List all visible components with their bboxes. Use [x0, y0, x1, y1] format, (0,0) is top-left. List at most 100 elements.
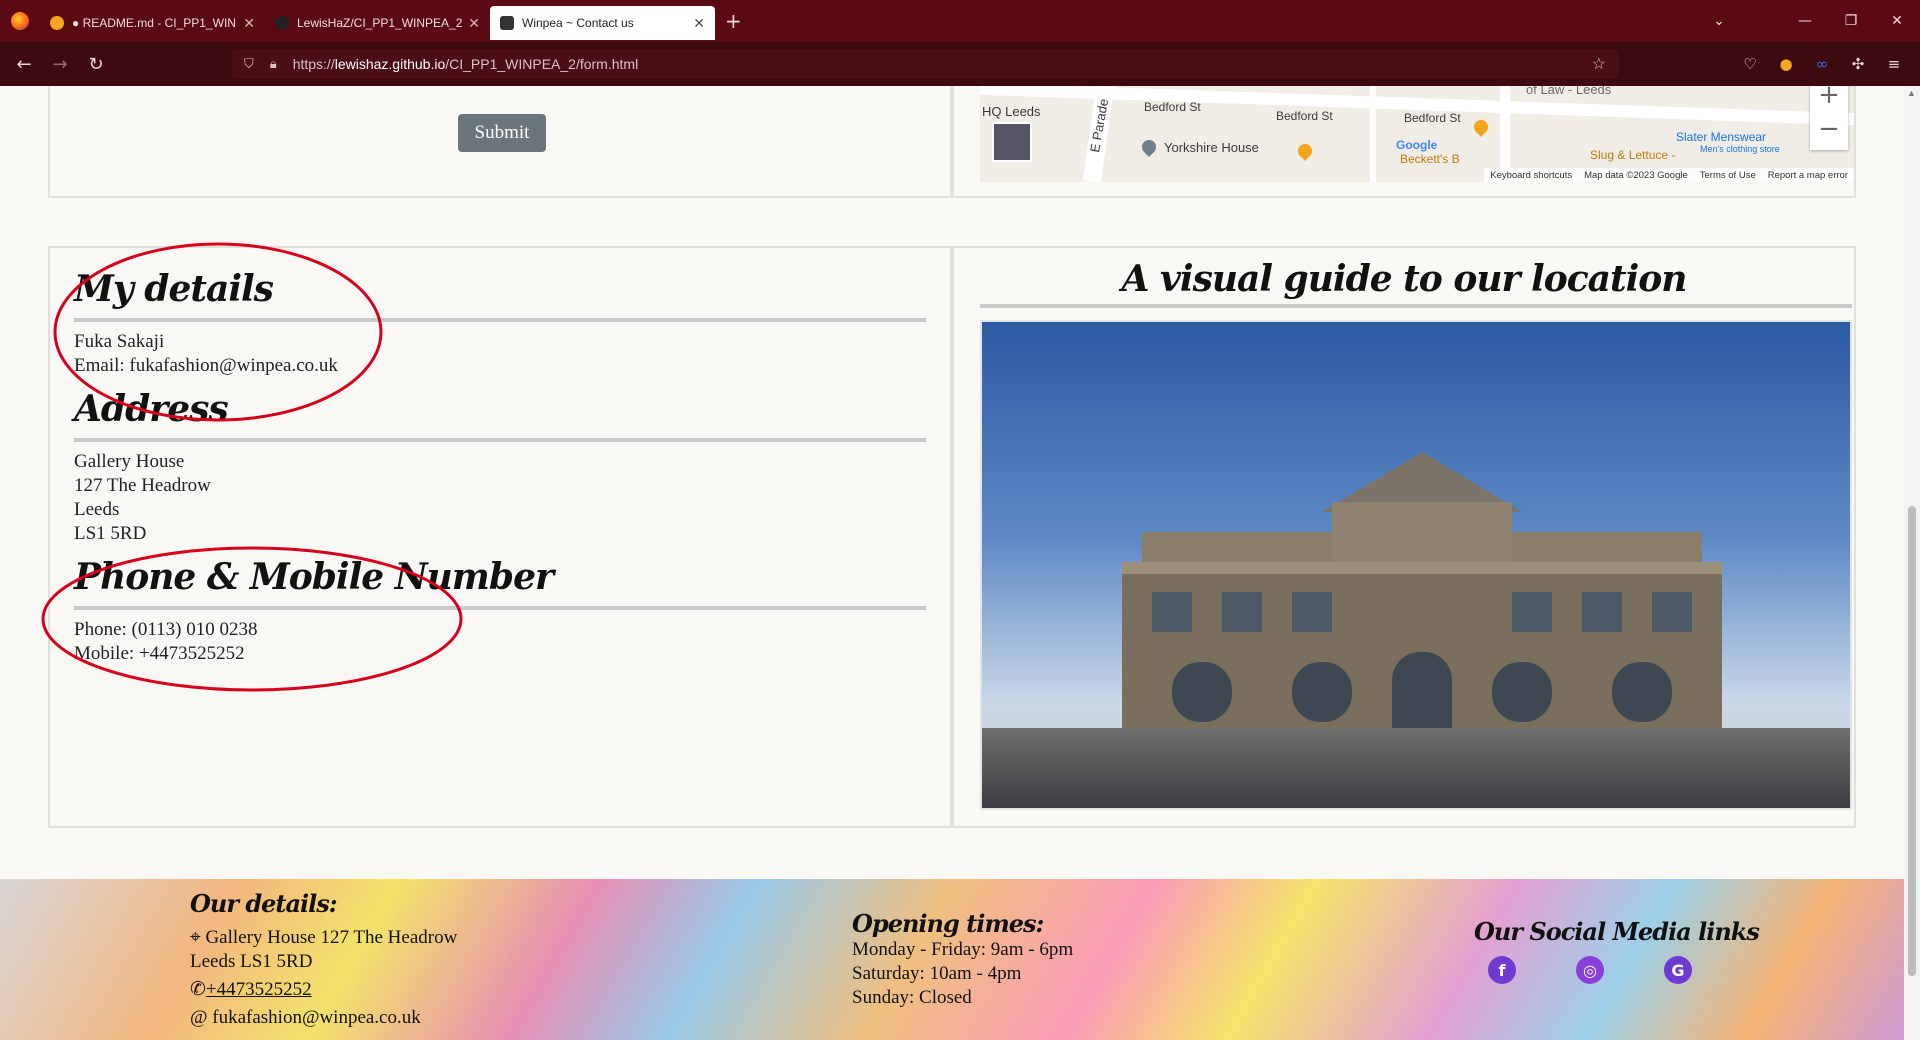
- map-label: Men's clothing store: [1700, 144, 1780, 154]
- tab-title: ● README.md - CI_PP1_WINPEA: [72, 16, 237, 30]
- scroll-thumb[interactable]: [1908, 506, 1916, 976]
- map-label: Bedford St: [1276, 109, 1333, 123]
- window-controls: ⌄ — ❐ ✕: [1696, 0, 1920, 42]
- phone-icon: ✆: [190, 979, 206, 1000]
- contact-form-card: Submit: [48, 86, 952, 198]
- keyboard-shortcuts-link[interactable]: Keyboard shortcuts: [1490, 170, 1572, 181]
- zoom-out-button[interactable]: −: [1810, 112, 1848, 146]
- map-label: Slater Menswear: [1676, 130, 1767, 144]
- phone-number: Phone: (0113) 010 0238: [74, 619, 258, 640]
- restaurant-pin-icon[interactable]: [1295, 141, 1315, 161]
- footer-email-text: fukafashion@winpea.co.uk: [212, 1007, 421, 1028]
- extensions-puzzle-icon[interactable]: ✣: [1840, 55, 1876, 73]
- page-scrollbar[interactable]: ▲: [1904, 86, 1920, 1040]
- close-tab-icon[interactable]: ✕: [693, 15, 705, 32]
- bookmark-star-icon[interactable]: ☆: [1592, 54, 1606, 74]
- instagram-icon[interactable]: ◎: [1576, 956, 1604, 984]
- facebook-icon[interactable]: f: [1488, 956, 1516, 984]
- lock-icon[interactable]: 🔒︎: [270, 56, 277, 72]
- map-road: [1370, 86, 1376, 182]
- footer-social: Our Social Media links f ◎ G: [1474, 917, 1760, 984]
- at-icon: @: [190, 1007, 208, 1028]
- nav-bar: ← → ↻ ⛉ 🔒︎ https://lewishaz.github.io/CI…: [0, 42, 1920, 86]
- map-label: Bedford St: [1404, 111, 1461, 125]
- road: [982, 728, 1850, 808]
- mobile-number: Mobile: +4473525252: [74, 643, 245, 664]
- tab-list-icon[interactable]: ⌄: [1696, 13, 1742, 29]
- close-tab-icon[interactable]: ✕: [468, 15, 480, 32]
- zoom-controls: + −: [1810, 86, 1848, 150]
- reload-icon[interactable]: ↻: [78, 54, 114, 75]
- map-label: Bedford St: [1144, 100, 1201, 114]
- restore-icon[interactable]: ❐: [1828, 13, 1874, 29]
- new-tab-icon[interactable]: +: [725, 9, 742, 33]
- map-label: of Law - Leeds: [1526, 86, 1612, 97]
- google-map[interactable]: of Law - Leeds HQ Leeds E Parade Bedford…: [980, 86, 1854, 182]
- visual-guide-card: A visual guide to our location: [952, 246, 1856, 828]
- grammarly-extension-icon[interactable]: ●: [1768, 55, 1804, 73]
- close-tab-icon[interactable]: ✕: [243, 15, 255, 32]
- tab-title: LewisHaZ/CI_PP1_WINPEA_2: P: [297, 16, 463, 30]
- url-path: /CI_PP1_WINPEA_2/form.html: [445, 56, 639, 72]
- map-card: of Law - Leeds HQ Leeds E Parade Bedford…: [952, 86, 1856, 198]
- winpea-icon: [500, 16, 514, 30]
- back-icon[interactable]: ←: [6, 54, 42, 75]
- scroll-up-icon[interactable]: ▲: [1907, 88, 1916, 98]
- minimize-icon[interactable]: —: [1782, 13, 1828, 29]
- footer-phone-link[interactable]: +4473525252: [206, 979, 312, 1000]
- address-line: LS1 5RD: [74, 523, 147, 544]
- social-links: f ◎ G: [1460, 956, 1759, 984]
- extension-icon[interactable]: ∞: [1804, 55, 1840, 73]
- github-icon: [275, 16, 289, 30]
- phone-heading: Phone & Mobile Number: [74, 556, 554, 598]
- social-heading: Our Social Media links: [1474, 917, 1760, 946]
- tab-title: Winpea ~ Contact us: [522, 16, 634, 30]
- footer-address-line2: Leeds LS1 5RD: [190, 951, 313, 972]
- address-line: 127 The Headrow: [74, 475, 211, 496]
- map-data-text: Map data ©2023 Google: [1584, 169, 1688, 181]
- shield-icon[interactable]: ⛉: [244, 56, 254, 72]
- map-label: Yorkshire House: [1164, 140, 1259, 155]
- map-label: HQ Leeds: [982, 104, 1041, 119]
- tab-bar: ● README.md - CI_PP1_WINPEA ✕ LewisHaZ/C…: [0, 0, 1920, 42]
- menu-icon[interactable]: ≡: [1876, 55, 1912, 73]
- footer-details-heading: Our details:: [190, 889, 338, 918]
- footer-opening: Opening times: Monday - Friday: 9am - 6p…: [852, 909, 1073, 1010]
- opening-heading: Opening times:: [852, 909, 1044, 938]
- map-pin-icon[interactable]: [1139, 137, 1159, 157]
- firefox-menu-icon[interactable]: [0, 0, 40, 42]
- heading-rule: [74, 606, 926, 610]
- google-icon[interactable]: G: [1664, 956, 1692, 984]
- contact-email: Email: fukafashion@winpea.co.uk: [74, 355, 338, 376]
- gallery-house-photo: [980, 320, 1852, 810]
- url-prefix: https://: [292, 56, 335, 72]
- map-label: Beckett's B: [1400, 152, 1460, 166]
- address-heading: Address: [74, 388, 229, 430]
- pocket-icon[interactable]: ♡: [1732, 55, 1768, 73]
- forward-icon[interactable]: →: [42, 54, 78, 75]
- toolbar-icons: ♡ ● ∞ ✣ ≡: [1732, 42, 1912, 86]
- report-error-link[interactable]: Report a map error: [1768, 170, 1848, 181]
- footer-address-line1: Gallery House 127 The Headrow: [205, 927, 458, 948]
- site-footer: Our details: ⌖ Gallery House 127 The Hea…: [0, 879, 1904, 1040]
- footer-address: ⌖ Gallery House 127 The Headrow: [190, 926, 457, 950]
- google-logo: Google: [1396, 138, 1438, 152]
- zoom-in-button[interactable]: +: [1810, 86, 1848, 112]
- page-content: Submit of Law - Leeds HQ Leeds E Parade …: [0, 86, 1904, 1040]
- tab-readme[interactable]: ● README.md - CI_PP1_WINPEA ✕: [40, 6, 265, 40]
- opening-weekday: Monday - Friday: 9am - 6pm: [852, 939, 1074, 960]
- url-bar[interactable]: ⛉ 🔒︎ https://lewishaz.github.io/CI_PP1_W…: [232, 49, 1618, 79]
- visual-guide-heading: A visual guide to our location: [1121, 258, 1688, 300]
- building-illustration: [1122, 452, 1722, 752]
- submit-button[interactable]: Submit: [458, 114, 546, 152]
- terms-link[interactable]: Terms of Use: [1700, 170, 1756, 181]
- address-line: Gallery House: [74, 451, 185, 472]
- heading-rule: [74, 318, 926, 322]
- close-window-icon[interactable]: ✕: [1874, 13, 1920, 29]
- tab-github[interactable]: LewisHaZ/CI_PP1_WINPEA_2: P ✕: [265, 6, 490, 40]
- tab-contact[interactable]: Winpea ~ Contact us ✕: [490, 6, 715, 40]
- satellite-toggle[interactable]: [992, 122, 1032, 162]
- footer-details: Our details: ⌖ Gallery House 127 The Hea…: [190, 889, 457, 1030]
- grammarly-icon: [50, 16, 64, 30]
- bar-pin-icon[interactable]: [1471, 117, 1491, 137]
